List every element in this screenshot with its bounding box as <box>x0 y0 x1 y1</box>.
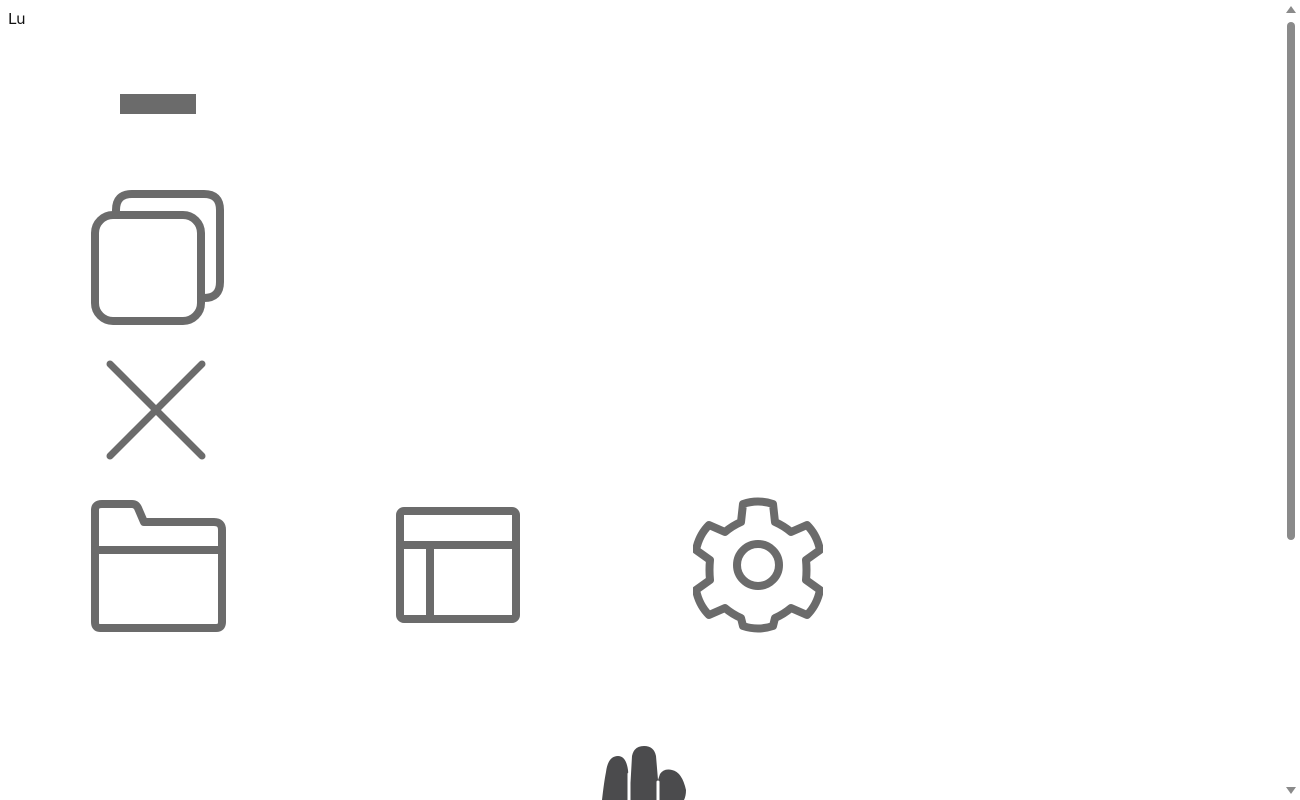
vertical-scrollbar[interactable] <box>1283 0 1300 800</box>
layout-icon[interactable] <box>394 505 522 625</box>
page-root: Lu <box>0 0 1300 800</box>
close-icon[interactable] <box>104 358 208 462</box>
scroll-thumb[interactable] <box>1287 22 1295 540</box>
scroll-down-arrow-icon[interactable] <box>1286 787 1296 794</box>
gear-icon[interactable] <box>693 497 823 633</box>
top-label: Lu <box>8 10 26 28</box>
minimize-icon[interactable] <box>118 92 198 116</box>
folder-icon[interactable] <box>88 500 228 632</box>
hand-icon <box>598 744 690 800</box>
scroll-up-arrow-icon[interactable] <box>1286 6 1296 13</box>
restore-icon[interactable] <box>90 190 226 326</box>
